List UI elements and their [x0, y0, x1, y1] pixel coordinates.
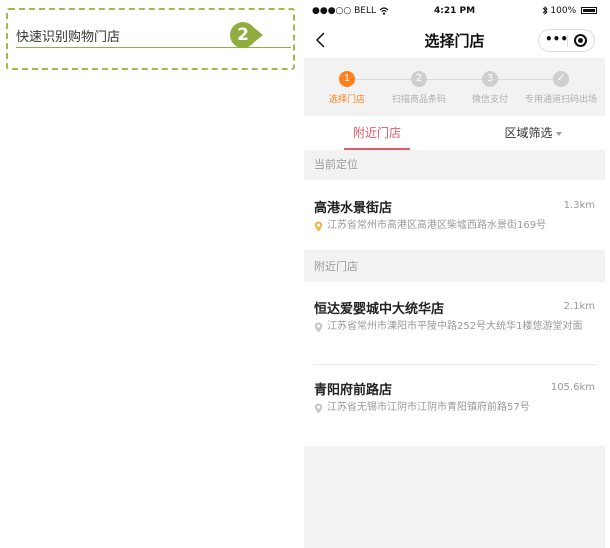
caret-down-icon — [555, 131, 562, 136]
store-distance: 105.6km — [550, 382, 595, 393]
tab-label: 附近门店 — [352, 126, 401, 140]
target-icon[interactable] — [574, 34, 587, 47]
current-store-card[interactable]: 高港水景街店 1.3km 江苏省常州市高港区高港区柴墟西路水景街169号 — [304, 180, 605, 250]
filter-tabs: 附近门店 区域筛选 — [304, 116, 605, 150]
store-name: 高港水景街店 — [314, 201, 393, 216]
capsule-divider — [567, 35, 568, 47]
badge-arrow-icon — [252, 26, 263, 44]
step-number: 1 — [339, 71, 355, 87]
annotation-box: 快速识别购物门店 2 — [6, 8, 295, 70]
tab-area-filter[interactable]: 区域筛选 — [498, 116, 568, 150]
map-pin-icon — [314, 322, 323, 333]
tab-label: 区域筛选 — [504, 126, 553, 140]
section-nearby: 附近门店 — [304, 252, 605, 282]
nearby-store-list: 恒达爱婴城中大统华店 2.1km 江苏省常州市溧阳市平陵中路252号大统华1楼悠… — [304, 282, 605, 446]
store-name: 恒达爱婴城中大统华店 — [314, 302, 445, 317]
map-pin-icon — [314, 221, 323, 232]
store-address: 江苏省无锡市江阴市江阴市青阳镇府前路57号 — [327, 402, 530, 413]
more-dots-icon[interactable]: ••• — [545, 32, 568, 46]
map-pin-icon — [314, 403, 323, 414]
step-4: ✓ 专用通道扫码出场 — [516, 71, 605, 105]
store-distance: 2.1km — [563, 301, 595, 312]
annotation-text: 快速识别购物门店 — [16, 30, 121, 45]
tab-nearby-stores[interactable]: 附近门店 — [344, 116, 410, 150]
step-number: 2 — [411, 71, 427, 87]
check-icon: ✓ — [553, 71, 569, 87]
nav-bar: 选择门店 ••• — [304, 22, 605, 58]
store-name: 青阳府前路店 — [314, 383, 393, 398]
step-number: 3 — [482, 71, 498, 87]
store-address: 江苏省常州市溧阳市平陵中路252号大统华1楼悠游堂对面 — [327, 321, 583, 332]
status-right: 100% — [542, 5, 597, 16]
annotation-underline — [16, 47, 291, 48]
mini-program-capsule: ••• — [538, 29, 595, 52]
store-address: 江苏省常州市高港区高港区柴墟西路水景街169号 — [327, 220, 547, 231]
store-distance: 1.3km — [563, 200, 595, 211]
phone-screen: ●●●○○ BELL 4:21 PM 100% 选择门店 ••• 1 选择门店 … — [304, 0, 605, 548]
step-label: 专用通道扫码出场 — [524, 95, 597, 105]
section-current-location: 当前定位 — [304, 150, 605, 180]
battery-percent: 100% — [550, 6, 577, 16]
list-item[interactable]: 青阳府前路店 105.6km 江苏省无锡市江阴市江阴市青阳镇府前路57号 — [304, 365, 605, 435]
status-bar: ●●●○○ BELL 4:21 PM 100% — [304, 0, 605, 22]
list-item[interactable]: 恒达爱婴城中大统华店 2.1km 江苏省常州市溧阳市平陵中路252号大统华1楼悠… — [304, 282, 605, 364]
bluetooth-icon — [542, 5, 548, 16]
progress-steps: 1 选择门店 2 扫描商品条码 3 微信支付 ✓ 专用通道扫码出场 — [304, 62, 605, 112]
battery-icon — [581, 7, 597, 14]
